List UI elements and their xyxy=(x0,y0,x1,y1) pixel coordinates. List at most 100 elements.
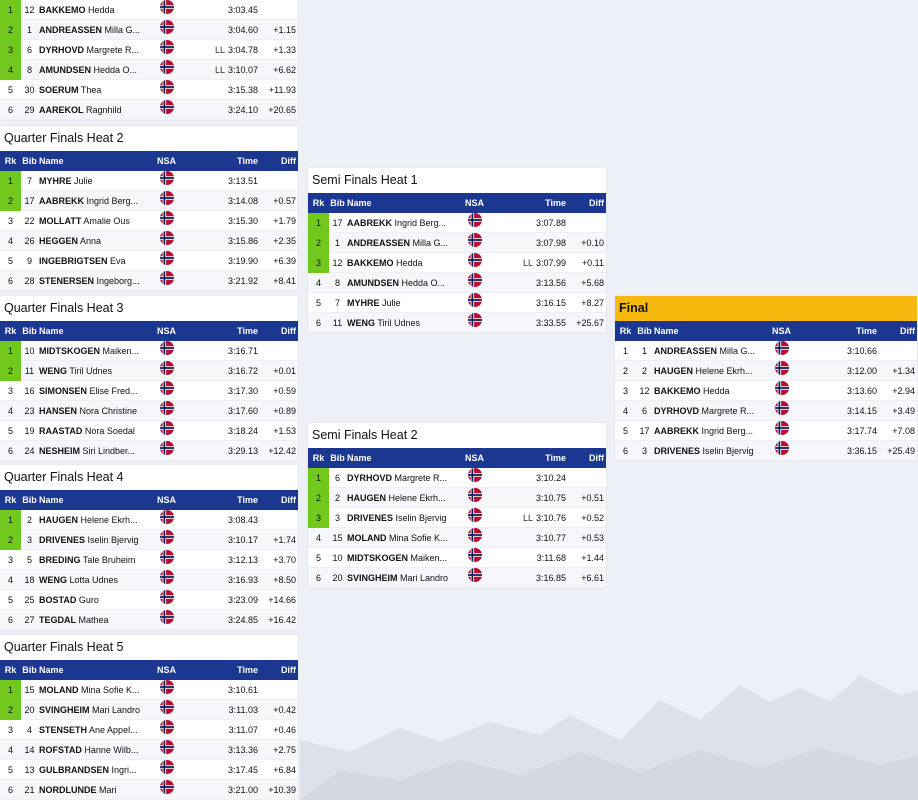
norway-flag-icon xyxy=(468,293,482,307)
norway-flag-icon xyxy=(468,253,482,267)
athlete-first-name: Ingri... xyxy=(111,765,137,775)
table-row[interactable]: 4 8 AMUNDSEN Hedda O... 3:13.56 +5.68 xyxy=(308,273,606,293)
time-value: 3:16.72 xyxy=(227,366,258,376)
table-row[interactable]: 6 27 TEGDAL Mathea 3:24.85 +16.42 xyxy=(0,610,298,630)
time-value: 3:24.10 xyxy=(227,105,258,115)
table-row[interactable]: 6 21 NORDLUNDE Mari 3:21.00 +10.39 xyxy=(0,780,298,800)
table-row[interactable]: 3 22 MOLLATT Amalie Ous 3:15.30 +1.79 xyxy=(0,211,298,231)
table-row[interactable]: 1 1 ANDREASSEN Milla G... 3:10.66 xyxy=(615,341,917,361)
table-row[interactable]: 4 26 HEGGEN Anna 3:15.86 +2.35 xyxy=(0,231,298,251)
rank: 3 xyxy=(622,386,628,396)
table-row[interactable]: 6 24 NESHEIM Siri Lindber... 3:29.13 +12.42 xyxy=(0,441,298,461)
header-rk: Rk xyxy=(619,326,632,336)
table-row[interactable]: 1 15 MOLAND Mina Sofie K... 3:10.61 xyxy=(0,680,298,700)
table-row[interactable]: 3 5 BREDING Tale Bruheim 3:12.13 +3.70 xyxy=(0,550,298,570)
table-row[interactable]: 5 9 INGEBRIGTSEN Eva 3:19.90 +6.39 xyxy=(0,251,298,271)
norway-flag-icon xyxy=(160,760,174,774)
table-row[interactable]: 5 10 MIDTSKOGEN Maiken... 3:11.68 +1.44 xyxy=(308,548,606,568)
norway-flag-icon xyxy=(160,590,174,604)
header-diff: Diff xyxy=(281,156,296,166)
table-row[interactable]: 2 11 WENG Tiril Udnes 3:16.72 +0.01 xyxy=(0,361,298,381)
athlete-last-name: STENERSEN xyxy=(39,276,95,286)
table-row[interactable]: 5 30 SOERUM Thea 3:15.38 +11.93 xyxy=(0,80,298,100)
header-bib: Bib xyxy=(22,665,37,675)
header-diff: Diff xyxy=(281,665,296,675)
athlete-first-name: Hedda xyxy=(396,258,423,268)
table-row[interactable]: 6 3 DRIVENES Iselin Bjervig 3:36.15 +25.49 xyxy=(615,441,917,461)
heat-title: Semi Finals Heat 2 xyxy=(308,423,606,448)
athlete-name: MYHRE Julie xyxy=(39,171,157,191)
table-row[interactable]: 4 6 DYRHOVD Margrete R... 3:14.15 +3.49 xyxy=(615,401,917,421)
athlete-first-name: Hedda xyxy=(88,5,115,15)
athlete-last-name: AABREKK xyxy=(39,196,84,206)
athlete-name: NORDLUNDE Mari xyxy=(39,780,157,800)
table-row[interactable]: 2 3 DRIVENES Iselin Bjervig 3:10.17 +1.74 xyxy=(0,530,298,550)
athlete-last-name: BREDING xyxy=(39,555,81,565)
time-diff: +1.44 xyxy=(581,553,604,563)
table-row[interactable]: 6 28 STENERSEN Ingeborg... 3:21.92 +8.41 xyxy=(0,271,298,291)
rank: 2 xyxy=(0,361,21,381)
athlete-name: ROFSTAD Hanne Wilb... xyxy=(39,740,157,760)
athlete-last-name: DRIVENES xyxy=(654,446,701,456)
table-row[interactable]: 2 2 HAUGEN Helene Ekrh... 3:10.75 +0.51 xyxy=(308,488,606,508)
table-row[interactable]: 4 18 WENG Lotta Udnes 3:16.93 +8.50 xyxy=(0,570,298,590)
table-row[interactable]: 3 12 BAKKEMO Hedda LL 3:07.99 +0.11 xyxy=(308,253,606,273)
time-diff: +0.53 xyxy=(581,533,604,543)
athlete-first-name: Nora Soedal xyxy=(84,426,135,436)
table-row[interactable]: 2 2 HAUGEN Helene Ekrh... 3:12.00 +1.34 xyxy=(615,361,917,381)
table-row[interactable]: 1 7 MYHRE Julie 3:13.51 xyxy=(0,171,298,191)
time-diff: +14.66 xyxy=(268,595,296,605)
table-row[interactable]: 3 16 SIMONSEN Elise Fred... 3:17.30 +0.59 xyxy=(0,381,298,401)
athlete-name: SIMONSEN Elise Fred... xyxy=(39,381,157,401)
table-row[interactable]: 2 20 SVINGHEIM Mari Landro 3:11.03 +0.42 xyxy=(0,700,298,720)
table-row[interactable]: 4 8 AMUNDSEN Hedda O... LL 3:10.07 +6.62 xyxy=(0,60,298,80)
bib-number: 3 xyxy=(26,535,32,545)
table-row[interactable]: 6 29 AAREKOL Ragnhild 3:24.10 +20.65 xyxy=(0,100,298,120)
table-row[interactable]: 6 20 SVINGHEIM Mari Landro 3:16.85 +6.61 xyxy=(308,568,606,588)
table-row[interactable]: 4 15 MOLAND Mina Sofie K... 3:10.77 +0.53 xyxy=(308,528,606,548)
header-nsa: NSA xyxy=(465,198,485,208)
result-time: 3:17.45 xyxy=(188,760,258,780)
table-row[interactable]: 2 1 ANDREASSEN Milla G... 3:07.98 +0.10 xyxy=(308,233,606,253)
table-row[interactable]: 1 10 MIDTSKOGEN Maiken... 3:16.71 xyxy=(0,341,298,361)
heat-panel-sf1: Semi Finals Heat 1 Rk Bib Name NSA Time Diff … xyxy=(308,168,606,333)
table-row[interactable]: 3 4 STENSETH Ane Appel... 3:11.07 +0.46 xyxy=(0,720,298,740)
athlete-name: DYRHOVD Margrete R... xyxy=(654,401,772,421)
norway-flag-icon xyxy=(160,20,174,34)
table-row[interactable]: 1 2 HAUGEN Helene Ekrh... 3:08.43 xyxy=(0,510,298,530)
time-diff: +2.35 xyxy=(273,236,296,246)
table-row[interactable]: 4 14 ROFSTAD Hanne Wilb... 3:13.36 +2.75 xyxy=(0,740,298,760)
table-row[interactable]: 2 1 ANDREASSEN Milla G... 3:04.60 +1.15 xyxy=(0,20,298,40)
table-row[interactable]: 4 23 HANSEN Nora Christine 3:17.60 +0.89 xyxy=(0,401,298,421)
result-time: 3:07.88 xyxy=(496,213,566,233)
athlete-name: TEGDAL Mathea xyxy=(39,610,157,630)
rank: 5 xyxy=(7,595,13,605)
table-row[interactable]: 1 6 DYRHOVD Margrete R... 3:10.24 xyxy=(308,468,606,488)
table-row[interactable]: 5 13 GULBRANDSEN Ingri... 3:17.45 +6.84 xyxy=(0,760,298,780)
time-value: 3:10.66 xyxy=(846,346,877,356)
table-row[interactable]: 5 19 RAASTAD Nora Soedal 3:18.24 +1.53 xyxy=(0,421,298,441)
bib-number: 12 xyxy=(24,5,35,15)
bib-number: 13 xyxy=(24,765,35,775)
table-row[interactable]: 6 11 WENG Tiril Udnes 3:33.55 +25.67 xyxy=(308,313,606,333)
table-row[interactable]: 5 17 AABREKK Ingrid Berg... 3:17.74 +7.08 xyxy=(615,421,917,441)
table-row[interactable]: 5 25 BOSTAD Guro 3:23.09 +14.66 xyxy=(0,590,298,610)
rank: 6 xyxy=(315,318,321,328)
table-row[interactable]: 3 12 BAKKEMO Hedda 3:13.60 +2.94 xyxy=(615,381,917,401)
time-value: 3:10.77 xyxy=(535,533,566,543)
norway-flag-icon xyxy=(160,341,174,355)
athlete-first-name: Hedda O... xyxy=(93,65,138,75)
athlete-first-name: Hedda xyxy=(703,386,730,396)
rank: 2 xyxy=(0,20,21,40)
table-row[interactable]: 3 6 DYRHOVD Margrete R... LL 3:04.78 +1.33 xyxy=(0,40,298,60)
table-row[interactable]: 5 7 MYHRE Julie 3:16.15 +8.27 xyxy=(308,293,606,313)
table-header: Rk Bib Name NSA Time Diff xyxy=(308,448,606,468)
table-row[interactable]: 3 3 DRIVENES Iselin Bjervig LL 3:10.76 +0.52 xyxy=(308,508,606,528)
athlete-first-name: Margrete R... xyxy=(394,473,448,483)
table-row[interactable]: 2 17 AABREKK Ingrid Berg... 3:14.08 +0.57 xyxy=(0,191,298,211)
table-header: Rk Bib Name NSA Time Diff xyxy=(615,321,917,341)
athlete-last-name: HAUGEN xyxy=(347,493,387,503)
table-row[interactable]: 1 12 BAKKEMO Hedda 3:03.45 xyxy=(0,0,298,20)
table-row[interactable]: 1 17 AABREKK Ingrid Berg... 3:07.88 xyxy=(308,213,606,233)
header-bib: Bib xyxy=(22,326,37,336)
